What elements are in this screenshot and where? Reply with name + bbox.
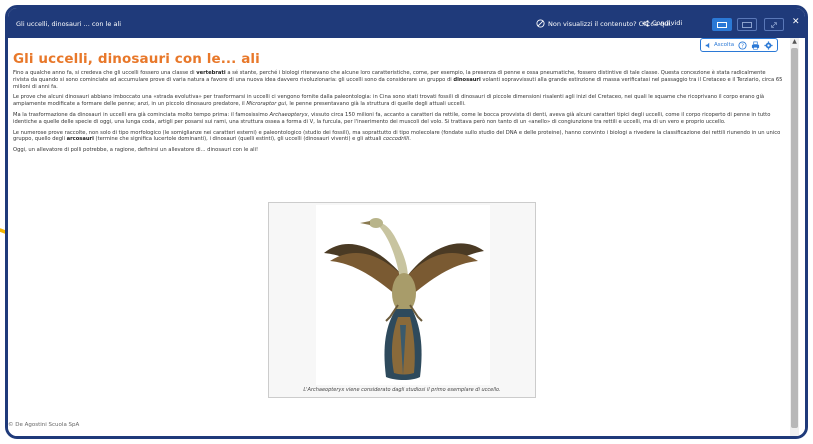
article-paragraph: Le prove che alcuni dinosauri abbiano im…	[13, 94, 783, 108]
article-paragraph: Ma la trasformazione da dinosauri in ucc…	[13, 112, 783, 126]
scroll-thumb[interactable]	[791, 48, 798, 428]
listen-label: Ascolta	[714, 42, 735, 48]
top-bar: Gli uccelli, dinosauri ... con le ali No…	[8, 8, 805, 38]
settings-icon[interactable]	[764, 40, 773, 50]
paragraph-text: Ma la trasformazione da dinosauri in ucc…	[13, 111, 270, 118]
article-body: Fino a qualche anno fa, si credeva che g…	[13, 70, 783, 158]
italic-term: Microraptor gui	[246, 101, 287, 108]
article-paragraph: Oggi, un allevatore di polli potrebbe, a…	[13, 147, 783, 154]
reader-toolbar: Ascolta ?	[700, 38, 779, 52]
paragraph-text: Oggi, un allevatore di polli potrebbe, a…	[13, 147, 259, 154]
expand-icon	[771, 21, 777, 28]
article-paragraph: Fino a qualche anno fa, si credeva che g…	[13, 70, 783, 90]
archaeopteryx-image	[316, 205, 490, 385]
bold-term: arcosauri	[66, 136, 94, 143]
double-page-view-button[interactable]	[737, 18, 757, 31]
article-paragraph: Le numerose prove raccolte, non solo di …	[13, 130, 783, 144]
article-title: Gli uccelli, dinosauri con le... ali	[13, 51, 260, 67]
single-page-view-button[interactable]	[712, 18, 732, 31]
share-button[interactable]: Condividi	[642, 19, 682, 27]
vertical-scrollbar[interactable]: ▲	[790, 38, 799, 436]
svg-text:?: ?	[741, 43, 744, 49]
fullscreen-button[interactable]	[764, 18, 784, 31]
close-icon[interactable]: ✕	[792, 17, 800, 27]
italic-term: coccodrilli	[383, 136, 410, 143]
bold-term: dinosauri	[453, 76, 481, 83]
listen-button[interactable]: Ascolta	[705, 42, 734, 49]
help-icon[interactable]: ?	[738, 40, 747, 50]
figure-caption: L'Archaeopteryx viene considerato dagli …	[303, 387, 501, 393]
no-view-icon	[536, 19, 545, 28]
print-icon[interactable]	[751, 41, 760, 50]
paragraph-text: Fino a qualche anno fa, si credeva che g…	[13, 70, 197, 76]
figure: L'Archaeopteryx viene considerato dagli …	[268, 202, 536, 398]
italic-term: Archaeopteryx	[269, 111, 308, 118]
paragraph-text: .	[409, 136, 411, 143]
window-title: Gli uccelli, dinosauri ... con le ali	[16, 20, 122, 28]
paragraph-text: , le penne presentavano già la struttura…	[286, 101, 466, 108]
double-page-icon	[742, 21, 752, 28]
bold-term: vertebrati	[196, 70, 226, 76]
share-label: Condividi	[652, 19, 683, 27]
paragraph-text: (termine che significa lucertole dominan…	[93, 136, 384, 143]
copyright-notice: © De Agostini Scuola SpA	[8, 422, 80, 428]
scroll-up-icon[interactable]: ▲	[790, 38, 799, 46]
speaker-icon	[705, 42, 710, 48]
single-page-icon	[717, 21, 727, 28]
share-icon	[642, 19, 649, 27]
